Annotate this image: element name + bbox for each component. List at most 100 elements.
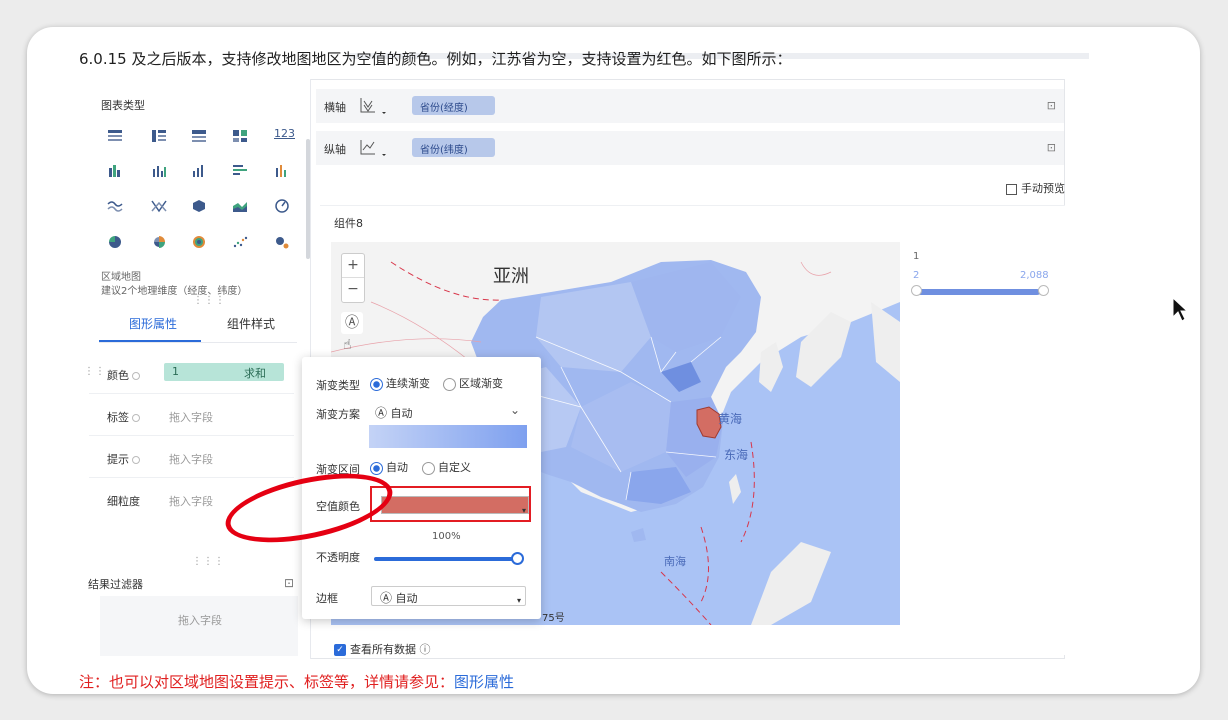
list-table-icon[interactable]	[191, 129, 207, 143]
map-label-yellow-sea: 黄海	[718, 412, 743, 426]
field-color: 颜色 1 求和	[89, 356, 294, 394]
field-label-label: 标签	[107, 409, 140, 425]
tab-graph-props[interactable]: 图形属性	[129, 315, 177, 332]
x-axis-row: 横轴 省份(经度) ⊡	[316, 89, 1064, 123]
legend-min-handle[interactable]	[911, 285, 922, 296]
range-custom-label: 自定义	[438, 461, 471, 474]
chart-hint-title: 区域地图	[101, 272, 141, 283]
border-select[interactable]: Ⓐ 自动 ▾	[371, 586, 526, 606]
gradient-region-option[interactable]: 区域渐变	[443, 375, 503, 391]
footnote: 注：也可以对区域地图设置提示、标签等，详情请参见：图形属性	[79, 671, 514, 692]
tab-component-style[interactable]: 组件样式	[227, 315, 275, 332]
gradient-scheme-select[interactable]: Ⓐ 自动	[375, 404, 413, 421]
gradient-continuous-label: 连续渐变	[386, 377, 430, 390]
gradient-continuous-option[interactable]: 连续渐变	[370, 375, 430, 391]
info-icon[interactable]	[132, 372, 140, 380]
legend-range-bar	[916, 289, 1044, 295]
zoom-in-button[interactable]: +	[342, 254, 364, 278]
resize-grip[interactable]: ⋮⋮⋮	[193, 295, 226, 306]
highlight-frame	[370, 486, 531, 522]
gradient-scheme-label: 渐变方案	[316, 408, 360, 421]
radio-checked-icon[interactable]	[370, 461, 383, 475]
granularity-drop-zone[interactable]: 拖入字段	[169, 493, 213, 509]
line-chart-icon[interactable]	[107, 199, 123, 213]
radio-checked-icon[interactable]	[370, 377, 383, 391]
pie-chart-icon[interactable]	[107, 235, 123, 249]
lock-icon[interactable]: ⊡	[284, 576, 294, 590]
legend-range-fill	[916, 289, 1041, 295]
manual-preview-label: 手动预览	[1021, 182, 1065, 195]
scatter-chart-icon[interactable]	[232, 235, 248, 249]
kpi-card-icon[interactable]	[232, 129, 248, 143]
field-granularity-label: 细粒度	[107, 495, 140, 508]
border-label: 边框	[316, 592, 338, 605]
field-tooltip: 提示 拖入字段	[89, 440, 294, 478]
gauge-icon[interactable]	[274, 199, 290, 213]
manual-preview-checkbox[interactable]	[1006, 183, 1017, 195]
filter-drop-zone[interactable]: 拖入字段	[100, 596, 298, 656]
legend-max-handle[interactable]	[1038, 285, 1049, 296]
gradient-preview[interactable]	[369, 425, 527, 448]
graph-props-link[interactable]: 图形属性	[454, 673, 514, 691]
hexagon-icon[interactable]	[191, 199, 207, 213]
legend-title: 1	[913, 251, 920, 262]
auto-icon: Ⓐ	[380, 591, 393, 605]
region-map-icon[interactable]	[191, 235, 207, 249]
radio-unchecked-icon[interactable]	[443, 377, 456, 391]
panel-resize-grip[interactable]: ⋮⋮⋮	[192, 556, 225, 567]
chevron-down-icon[interactable]: ⌄	[510, 403, 520, 417]
manual-preview-toggle[interactable]: 手动预览	[1006, 180, 1065, 196]
label-drop-zone[interactable]: 拖入字段	[169, 409, 213, 425]
color-field-pill[interactable]: 1 求和	[164, 363, 284, 381]
range-auto-option[interactable]: 自动	[370, 459, 408, 475]
x-axis-field[interactable]: 省份(经度)	[412, 96, 495, 115]
result-filter-title: 结果过滤器	[88, 578, 143, 591]
map-label-south-sea: 南海	[664, 555, 686, 568]
y-axis-row: 纵轴 省份(纬度) ⊡	[316, 131, 1064, 165]
zoom-out-button[interactable]: −	[342, 278, 364, 302]
bar-chart-icon[interactable]	[151, 164, 167, 178]
horizontal-bar-icon[interactable]	[232, 164, 248, 178]
check-icon[interactable]: ✓	[334, 644, 346, 656]
border-dropdown-icon: ▾	[516, 596, 521, 605]
opacity-slider-track[interactable]	[374, 557, 519, 561]
table-type-icon[interactable]	[107, 129, 123, 143]
grouped-bar-icon[interactable]	[107, 164, 123, 178]
column-chart-icon[interactable]	[191, 164, 207, 178]
range-auto-label: 自动	[386, 461, 408, 474]
map-label-asia: 亚洲	[493, 266, 529, 287]
legend-max: 2,088	[1020, 270, 1049, 281]
cross-table-icon[interactable]	[151, 129, 167, 143]
rose-chart-icon[interactable]	[151, 235, 167, 249]
zoom-control: + −	[341, 253, 365, 303]
info-circle-icon[interactable]: ⓘ	[420, 643, 431, 656]
view-all-label: 查看所有数据	[350, 643, 416, 656]
component-title: 组件8	[334, 217, 363, 230]
auto-icon: Ⓐ	[375, 406, 388, 420]
footnote-text: 注：也可以对区域地图设置提示、标签等，详情请参见：	[79, 673, 455, 691]
type-scrollbar[interactable]	[306, 139, 310, 259]
border-value: 自动	[395, 592, 418, 605]
number-type-icon[interactable]: 123	[274, 127, 295, 141]
legend-min: 2	[913, 270, 920, 281]
area-chart-icon[interactable]	[232, 199, 248, 213]
stacked-bar-icon[interactable]	[274, 164, 290, 178]
x-axis-label: 横轴	[324, 101, 346, 114]
view-all-data[interactable]: ✓ 查看所有数据 ⓘ	[334, 641, 431, 657]
y-axis-lock-icon[interactable]: ⊡	[1047, 141, 1056, 154]
info-icon[interactable]	[132, 414, 140, 422]
y-axis-field[interactable]: 省份(纬度)	[412, 138, 495, 157]
hand-pan-icon[interactable]: ☝	[343, 337, 352, 353]
y-axis-type-icon[interactable]	[358, 138, 388, 160]
range-custom-option[interactable]: 自定义	[422, 459, 471, 475]
bubble-chart-icon[interactable]	[274, 235, 290, 249]
tooltip-drop-zone[interactable]: 拖入字段	[169, 451, 213, 467]
reset-view-icon[interactable]: Ⓐ	[341, 312, 363, 334]
radar-line-icon[interactable]	[151, 199, 167, 213]
chart-type-title: 图表类型	[101, 99, 145, 112]
x-axis-lock-icon[interactable]: ⊡	[1047, 99, 1056, 112]
info-icon[interactable]	[132, 456, 140, 464]
x-axis-type-icon[interactable]	[358, 96, 388, 118]
radio-unchecked-icon[interactable]	[422, 461, 435, 475]
opacity-slider-handle[interactable]	[511, 552, 524, 565]
